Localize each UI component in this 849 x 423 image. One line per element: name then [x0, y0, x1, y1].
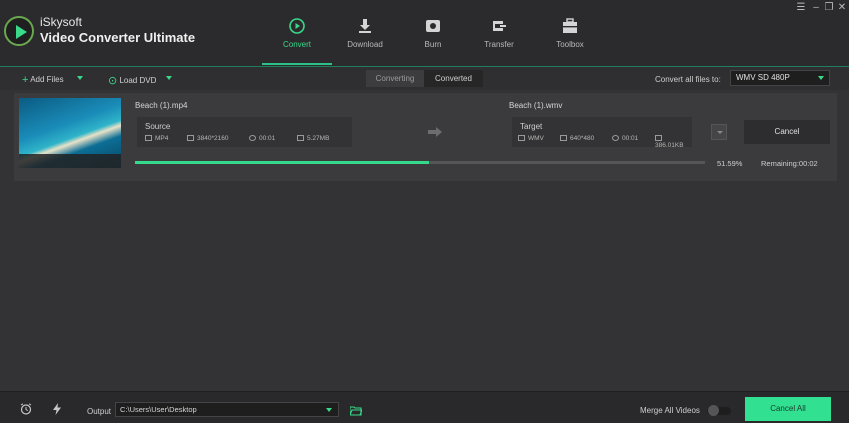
brand-name: iSkysoft — [40, 15, 83, 29]
tab-converting[interactable]: Converting — [366, 70, 424, 87]
tab-converted[interactable]: Converted — [424, 70, 483, 87]
folder-icon — [655, 135, 662, 141]
source-duration: 00:01 — [249, 135, 275, 142]
target-file-name: Beach (1).wmv — [509, 101, 563, 110]
output-format-value: WMV SD 480P — [736, 73, 790, 82]
transfer-icon — [493, 21, 506, 31]
minimize-icon[interactable]: – — [810, 2, 822, 14]
source-size: 5.27MB — [297, 135, 329, 142]
clock-icon — [249, 135, 256, 141]
film-icon — [518, 135, 525, 141]
cancel-all-button[interactable]: Cancel All — [745, 397, 831, 421]
add-files-button[interactable]: + Add Files — [22, 73, 64, 86]
toolbox-icon — [563, 18, 577, 33]
app-header: iSkysoft Video Converter Ultimate Conver… — [0, 0, 849, 66]
product-name: Video Converter Ultimate — [40, 30, 196, 45]
tab-transfer-label: Transfer — [484, 40, 514, 49]
source-format: MP4 — [145, 135, 168, 142]
download-icon — [359, 19, 371, 33]
target-settings-button[interactable] — [711, 124, 727, 140]
output-path-value: C:\Users\User\Desktop — [120, 405, 197, 414]
film-icon — [145, 135, 152, 141]
load-dvd-button[interactable]: ⊙ Load DVD — [108, 73, 157, 87]
app-logo-icon — [4, 16, 34, 46]
arrow-right-icon — [428, 127, 442, 137]
chevron-down-icon — [326, 408, 332, 412]
output-label: Output — [87, 407, 112, 416]
convert-icon — [289, 18, 305, 34]
folder-icon — [297, 135, 304, 141]
tab-toolbox-label: Toolbox — [556, 40, 584, 49]
burn-icon — [426, 20, 440, 32]
active-tab-indicator — [262, 63, 332, 65]
target-format: WMV — [518, 135, 544, 142]
footer-bar: Output C:\Users\User\Desktop Merge All V… — [0, 391, 849, 423]
tab-transfer[interactable]: Transfer — [464, 0, 534, 64]
target-resolution: 640*480 — [560, 135, 594, 142]
clock-icon — [612, 135, 619, 141]
progress-bar — [135, 161, 705, 164]
video-thumbnail[interactable] — [19, 98, 121, 168]
conversion-task-row: Beach (1).mp4 Source MP4 3840*2160 00:01… — [14, 93, 837, 181]
target-title: Target — [520, 122, 543, 131]
dvd-icon: ⊙ — [108, 75, 118, 87]
merge-all-label: Merge All Videos — [640, 406, 700, 415]
status-segmented-control: Converting Converted — [366, 70, 483, 87]
source-file-name: Beach (1).mp4 — [135, 101, 188, 110]
tab-convert-label: Convert — [282, 40, 311, 49]
target-size: 386.01KB — [655, 135, 692, 149]
source-title: Source — [145, 122, 171, 131]
add-icon: + — [22, 74, 29, 86]
source-resolution: 3840*2160 — [187, 135, 228, 142]
resolution-icon — [560, 135, 567, 141]
tab-download-label: Download — [347, 40, 383, 49]
output-path-select[interactable]: C:\Users\User\Desktop — [115, 402, 339, 417]
open-folder-icon[interactable] — [350, 405, 362, 417]
cancel-button[interactable]: Cancel — [744, 120, 830, 144]
lightning-icon[interactable] — [51, 403, 63, 415]
alarm-clock-icon[interactable] — [20, 403, 32, 415]
tab-burn-label: Burn — [424, 40, 442, 49]
chevron-down-icon — [818, 76, 824, 80]
resolution-icon — [187, 135, 194, 141]
restore-icon[interactable]: ❐ — [823, 2, 835, 14]
close-icon[interactable]: ✕ — [836, 2, 848, 14]
progress-percent: 51.59% — [717, 159, 743, 168]
convert-all-label: Convert all files to: — [655, 75, 721, 84]
add-files-label: Add Files — [30, 75, 64, 84]
target-info-panel: Target WMV 640*480 00:01 386.01KB — [512, 117, 692, 149]
output-format-select[interactable]: WMV SD 480P — [730, 70, 830, 86]
tab-convert[interactable]: Convert — [262, 0, 332, 64]
menu-icon[interactable]: ☰ — [795, 2, 807, 14]
toolbar: + Add Files ⊙ Load DVD Converting Conver… — [0, 66, 849, 90]
tab-toolbox[interactable]: Toolbox — [535, 0, 605, 64]
target-duration: 00:01 — [612, 135, 638, 142]
load-dvd-dropdown-icon[interactable] — [166, 76, 172, 80]
tab-download[interactable]: Download — [330, 0, 400, 64]
progress-fill — [135, 161, 430, 164]
source-info-panel: Source MP4 3840*2160 00:01 5.27MB — [137, 117, 352, 147]
add-files-dropdown-icon[interactable] — [77, 76, 83, 80]
load-dvd-label: Load DVD — [119, 76, 157, 85]
remaining-time: Remaining:00:02 — [761, 159, 818, 168]
tab-burn[interactable]: Burn — [398, 0, 468, 64]
merge-all-toggle[interactable] — [707, 405, 731, 416]
